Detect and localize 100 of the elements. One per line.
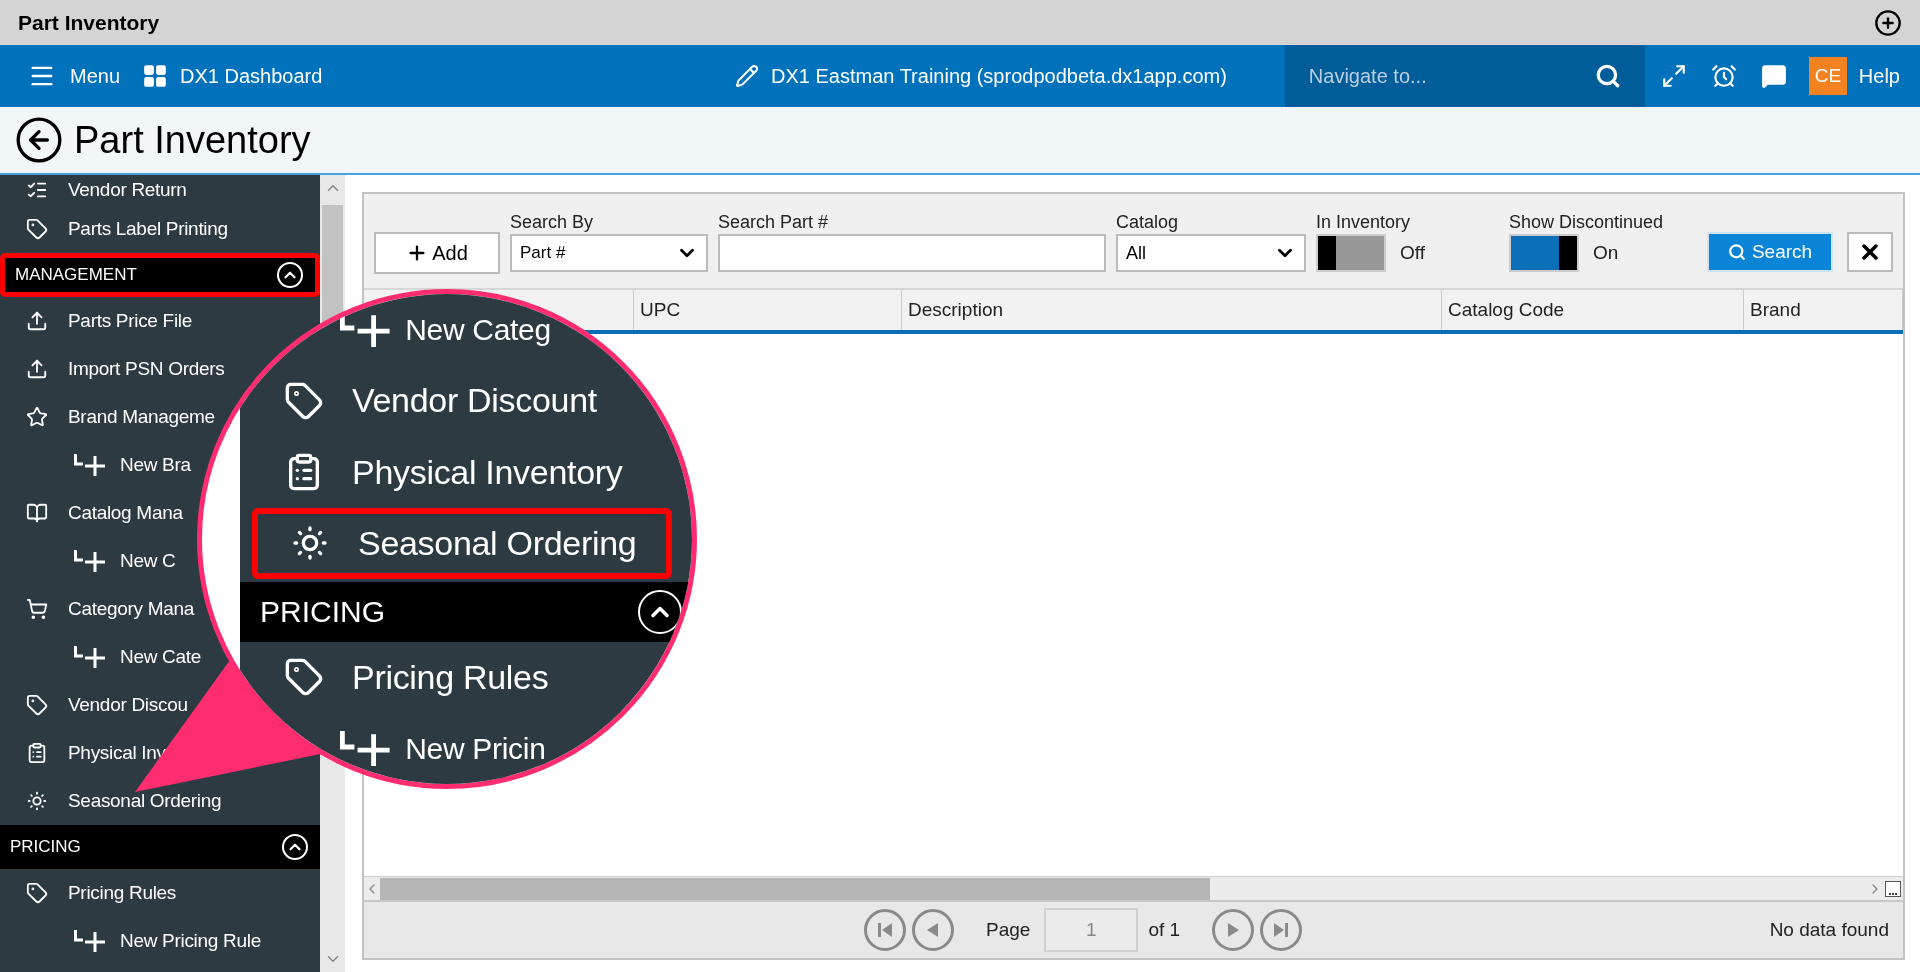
sidebar-item[interactable]: New Bra xyxy=(0,441,191,489)
tag-icon xyxy=(284,657,324,698)
item-label: New Categ xyxy=(405,312,551,349)
sidebar-item[interactable]: Parts Label Printing xyxy=(0,205,228,253)
item-label: New C xyxy=(120,548,176,573)
sidebar-item[interactable]: Vendor Return xyxy=(0,175,187,205)
sub-item-icon xyxy=(340,312,392,348)
grid-icon xyxy=(142,63,169,89)
clear-button[interactable] xyxy=(1847,232,1893,272)
clipboard-icon xyxy=(26,742,48,764)
toggle-state: On xyxy=(1593,240,1619,265)
sidebar-item[interactable]: New Pricing Rule xyxy=(0,917,261,965)
status-text: No data found xyxy=(1769,917,1889,942)
search-button[interactable]: Search xyxy=(1707,232,1833,272)
navigate-field[interactable]: Navigate to... xyxy=(1308,61,1569,91)
star-icon xyxy=(26,406,48,428)
item-label: New Pricin xyxy=(405,730,546,767)
item-label: Vendor Discou xyxy=(68,692,188,717)
collapse-icon[interactable] xyxy=(282,834,308,860)
expand-icon[interactable] xyxy=(1660,63,1687,89)
collapse-icon[interactable] xyxy=(277,262,303,288)
item-label: Vendor Return xyxy=(68,177,187,202)
back-icon[interactable] xyxy=(14,115,64,165)
field-label: Search By xyxy=(510,211,595,234)
search-icon[interactable] xyxy=(1594,63,1621,89)
site-name: DX1 Eastman Training (sprodpodbeta.dx1app.com) xyxy=(771,64,1227,89)
sidebar-item[interactable]: New Cate xyxy=(0,633,202,681)
help-link[interactable]: Help xyxy=(1858,61,1900,91)
item-label: Parts Label Printing xyxy=(68,216,228,241)
sidebar-item[interactable]: Brand Manageme xyxy=(0,393,215,441)
page-title: Part Inventory xyxy=(74,117,311,163)
next-page-button[interactable] xyxy=(1212,909,1255,951)
collapse-icon[interactable] xyxy=(638,589,682,634)
upload-icon xyxy=(26,358,48,380)
tag-icon xyxy=(26,694,48,716)
sub-item-icon xyxy=(340,730,392,766)
upload-icon xyxy=(26,310,48,332)
first-page-button[interactable] xyxy=(864,909,906,951)
item-label: Brand Manageme xyxy=(68,404,215,429)
item-label: Import PSN Orders xyxy=(68,356,225,381)
previous-page-button[interactable] xyxy=(912,909,954,951)
item-label: Seasonal Ordering xyxy=(68,788,222,813)
alarm-clock-icon[interactable] xyxy=(1710,63,1737,89)
sidebar-item[interactable]: New C xyxy=(0,537,176,585)
item-label: Category Mana xyxy=(68,596,194,621)
section-title: MANAGEMENT xyxy=(15,264,137,287)
column-header[interactable]: UPC xyxy=(634,290,902,330)
menu-button[interactable]: Menu xyxy=(28,61,121,91)
chat-icon[interactable] xyxy=(1760,63,1787,89)
item-label: Catalog Mana xyxy=(68,500,183,525)
column-header[interactable]: Brand xyxy=(1744,290,1903,330)
item-label: New Cate xyxy=(120,644,202,669)
sidebar-item[interactable]: Import PSN Orders xyxy=(0,345,225,393)
horizontal-scrollbar[interactable] xyxy=(364,876,1903,900)
item-label: New Bra xyxy=(120,452,191,477)
item-label: New Pricing Rule xyxy=(120,928,261,953)
section-header[interactable]: PRICING xyxy=(0,825,320,869)
sidebar-item[interactable]: Category Mana xyxy=(0,585,194,633)
last-page-button[interactable] xyxy=(1260,909,1303,951)
field-label: In Inventory xyxy=(1316,211,1412,234)
field-label: Search Part # xyxy=(718,211,830,234)
more-icon[interactable] xyxy=(1885,880,1901,897)
field-label: Catalog xyxy=(1116,211,1180,234)
tag-icon xyxy=(26,218,48,240)
sidebar-item[interactable]: Seasonal Ordering xyxy=(0,777,222,825)
first-page-icon xyxy=(878,923,892,937)
sidebar-item[interactable]: Catalog Mana xyxy=(0,489,183,537)
section-title: PRICING xyxy=(10,836,81,859)
dashboard-button[interactable]: DX1 Dashboard xyxy=(142,61,323,91)
search-by-dropdown[interactable]: Part # xyxy=(510,234,708,272)
book-icon xyxy=(26,502,48,524)
column-header[interactable]: Catalog Code xyxy=(1442,290,1744,330)
section-header[interactable]: MANAGEMENT xyxy=(0,253,320,297)
sidebar-item[interactable]: Vendor Discount xyxy=(252,365,627,437)
sidebar-item[interactable]: Physical Inventory xyxy=(252,436,653,508)
sidebar-item[interactable]: Pricing Rules xyxy=(0,869,177,917)
sub-item-icon xyxy=(74,646,106,668)
sun-icon xyxy=(26,790,48,812)
add-icon[interactable] xyxy=(1874,8,1902,37)
last-page-icon xyxy=(1274,923,1289,937)
sidebar-item[interactable]: Vendor Discou xyxy=(0,681,188,729)
sidebar-item[interactable]: New Categ xyxy=(240,294,551,366)
field-label: Show Discontinued xyxy=(1509,211,1664,234)
sidebar-item[interactable]: New Pricin xyxy=(240,712,546,784)
sidebar-item[interactable]: Parts Price File xyxy=(0,297,192,345)
search-bar[interactable]: Navigate to... xyxy=(1284,45,1645,107)
add-button[interactable]: Add xyxy=(374,232,500,274)
item-label: Parts Price File xyxy=(68,308,192,333)
page-count: of 1 xyxy=(1148,917,1181,942)
search-part-field[interactable] xyxy=(718,234,1106,272)
sidebar-item[interactable]: Seasonal Ordering xyxy=(252,507,673,580)
scroll-thumb[interactable] xyxy=(380,877,1210,900)
catalog-dropdown[interactable]: All xyxy=(1116,234,1306,272)
toggle-switch[interactable] xyxy=(1316,234,1386,272)
tag-icon xyxy=(26,882,48,904)
cart-icon xyxy=(26,598,48,620)
sidebar-item[interactable]: Pricing Rules xyxy=(252,641,579,713)
edit-icon[interactable] xyxy=(735,64,760,88)
column-header[interactable]: Description xyxy=(902,290,1442,330)
toggle-switch[interactable] xyxy=(1509,234,1579,272)
